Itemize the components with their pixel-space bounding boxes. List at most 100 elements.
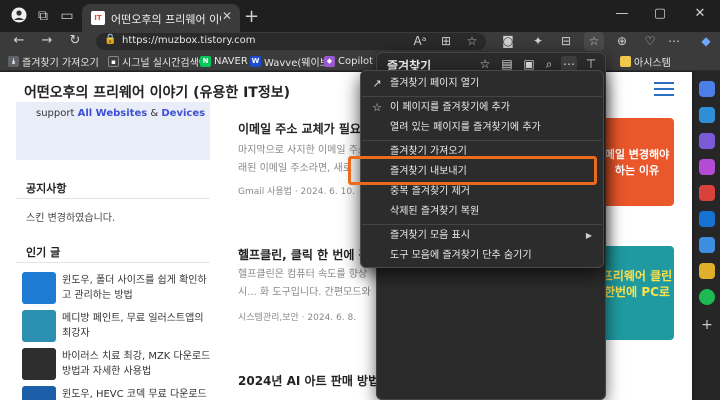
collections-icon[interactable]: ⊕ [612, 32, 632, 51]
bookmarks-bar: ⤓ 즐겨찾기 가져오기 ▪ 시그널 실시간검색어 N NAVER W Wavve… [0, 51, 720, 71]
menu-separator [362, 96, 602, 97]
add-favorite-icon: ☆ [372, 101, 382, 114]
post-thumbnail[interactable]: 프리웨어 클린 한번에 PC로 [600, 246, 674, 340]
highlight-annotation [348, 156, 597, 185]
menu-remove-duplicates[interactable]: 중복 즐겨찾기 제거 [362, 182, 602, 202]
tab-active[interactable]: IT 어떤오후의 프리웨어 이야기 (유... ✕ [82, 4, 240, 32]
menu-separator [362, 140, 602, 141]
post-meta: Gmail 사용법 · 2024. 6. 10. [238, 187, 355, 197]
divider [16, 262, 210, 263]
popular-post-title: 윈도우, 폴더 사이즈를 쉽게 확인하고 관리하는 방법 [62, 275, 207, 301]
menu-hamburger-icon[interactable] [654, 82, 674, 96]
submenu-arrow-icon: ▶ [585, 231, 592, 240]
post-thumbnail-text: 프리웨어 클린 한번에 PC로 [601, 269, 673, 299]
post-meta: 시스템관리,보안 · 2024. 6. 8. [238, 313, 357, 323]
site-favicon-icon: IT [91, 11, 105, 25]
close-window-icon[interactable]: ✕ [690, 4, 710, 24]
popular-post-item[interactable]: 메디방 페인트, 무료 일러스트앱의 최강자 [22, 310, 210, 344]
notice-link[interactable]: 스킨 변경하였습니다. [26, 209, 115, 224]
support-devices: Devices [161, 108, 206, 119]
menu-item-label: 즐겨찾기 페이지 열기 [390, 78, 480, 89]
edge-sidebar: + [694, 71, 720, 400]
popular-post-title: 윈도우, HEVC 코덱 무료 다운로드 [62, 389, 207, 400]
spotify-icon[interactable] [699, 289, 715, 305]
menu-show-favorites-bar[interactable]: 즐겨찾기 모음 표시 ▶ [362, 226, 602, 246]
screenshot-icon[interactable]: ◙ [498, 32, 518, 51]
close-tab-icon[interactable]: ✕ [222, 9, 232, 23]
games-icon[interactable] [699, 159, 715, 175]
folder-icon [620, 55, 631, 67]
bookmark-signal[interactable]: ▪ 시그널 실시간검색어 [108, 54, 208, 69]
menu-item-label: 중복 즐겨찾기 제거 [390, 186, 470, 197]
new-tab-icon[interactable]: + [244, 6, 259, 27]
read-aloud-icon[interactable]: Aᵃ [410, 32, 430, 51]
copilot-icon[interactable]: ◆ [696, 32, 716, 51]
refresh-icon[interactable]: ↻ [66, 32, 84, 51]
signal-icon: ▪ [108, 55, 119, 67]
minimize-icon[interactable]: — [612, 4, 632, 24]
bookmark-label: Wavve(웨이브) [264, 57, 333, 69]
post-thumbnail-text: 메일 변경해야 하는 이유 [604, 148, 670, 177]
drop-icon[interactable] [699, 237, 715, 253]
extensions-icon[interactable]: ✦ [528, 32, 548, 51]
popular-post-item[interactable]: 윈도우, HEVC 코덱 무료 다운로드 [22, 386, 210, 400]
popular-heading: 인기 글 [26, 246, 61, 259]
bookmark-naver[interactable]: N NAVER [200, 54, 248, 68]
maximize-icon[interactable]: ▢ [650, 4, 670, 24]
bookmark-folder[interactable]: 아시스템 [620, 54, 671, 69]
menu-separator [362, 224, 602, 225]
workspaces-icon[interactable]: ⧉ [34, 7, 52, 25]
bookmark-import[interactable]: ⤓ 즐겨찾기 가져오기 [8, 54, 99, 69]
popular-post-item[interactable]: 바이러스 치료 최강, MZK 다운로드 방법과 자세한 사용법 [22, 348, 210, 382]
support-all-websites: All Websites [77, 108, 148, 119]
translate-icon[interactable]: ⊞ [436, 32, 456, 51]
wavve-icon: W [250, 55, 261, 67]
open-page-icon: ↗ [372, 77, 382, 90]
post-title[interactable]: 이메일 주소 교체가 필요한 [238, 120, 372, 137]
lock-icon[interactable]: 🔒 [104, 34, 116, 45]
tab-actions-icon[interactable]: ▭ [58, 7, 76, 25]
menu-hide-favorites-button[interactable]: 도구 모음에 즐겨찾기 단추 숨기기 [362, 246, 602, 266]
menu-restore-deleted[interactable]: 삭제된 즐겨찾기 복원 [362, 202, 602, 222]
menu-add-open-pages[interactable]: 열려 있는 페이지를 즐겨찾기에 추가 [362, 118, 602, 138]
browser-essentials-icon[interactable]: ♡ [640, 32, 660, 51]
add-favorite-star-icon[interactable]: ☆ [462, 32, 482, 51]
bookmark-label: 아시스템 [634, 57, 671, 69]
menu-item-label: 이 페이지를 즐겨찾기에 추가 [390, 102, 510, 113]
app-icon[interactable] [699, 263, 715, 279]
split-screen-icon[interactable]: ⊟ [556, 32, 576, 51]
more-menu-icon[interactable]: ⋯ [664, 32, 684, 51]
bookmark-wavve[interactable]: W Wavve(웨이브) [250, 54, 333, 69]
support-amp: & [150, 108, 159, 119]
popular-post-item[interactable]: 윈도우, 폴더 사이즈를 쉽게 확인하고 관리하는 방법 [22, 272, 210, 306]
bookmark-label: 시그널 실시간검색어 [122, 57, 208, 69]
copilot-icon: ◆ [324, 55, 335, 67]
menu-add-this-page[interactable]: ☆ 이 페이지를 즐겨찾기에 추가 [362, 98, 602, 118]
notice-heading: 공지사항 [26, 182, 67, 195]
post-thumbnail[interactable]: 메일 변경해야 하는 이유 [600, 118, 674, 206]
url-text[interactable]: https://muzbox.tistory.com [122, 35, 256, 46]
favorites-button[interactable]: ☆ [584, 32, 604, 51]
add-app-icon[interactable]: + [699, 317, 715, 333]
menu-open-favorites-page[interactable]: ↗ 즐겨찾기 페이지 열기 [362, 74, 602, 94]
menu-item-label: 열려 있는 페이지를 즐겨찾기에 추가 [390, 122, 541, 133]
bookmark-copilot[interactable]: ◆ Copilot [324, 54, 373, 68]
bookmark-label: Copilot [338, 55, 374, 67]
profile-avatar-icon[interactable] [10, 7, 28, 25]
tools-icon[interactable] [699, 133, 715, 149]
import-icon: ⤓ [8, 55, 19, 67]
outlook-icon[interactable] [699, 211, 715, 227]
naver-icon: N [200, 55, 211, 67]
menu-item-label: 즐겨찾기 모음 표시 [390, 230, 470, 241]
shopping-icon[interactable] [699, 107, 715, 123]
site-title[interactable]: 어떤오후의 프리웨어 이야기 (유용한 IT정보) [24, 82, 290, 102]
popular-post-thumbnail [22, 272, 56, 304]
divider [16, 198, 210, 199]
back-icon[interactable]: ← [10, 32, 28, 51]
bookmark-label: NAVER [214, 55, 248, 67]
popular-post-title: 메디방 페인트, 무료 일러스트앱의 최강자 [62, 313, 204, 339]
search-icon[interactable] [699, 81, 715, 97]
office-icon[interactable] [699, 185, 715, 201]
tab-title: 어떤오후의 프리웨어 이야기 (유... [111, 13, 221, 26]
forward-icon[interactable]: → [38, 32, 56, 51]
